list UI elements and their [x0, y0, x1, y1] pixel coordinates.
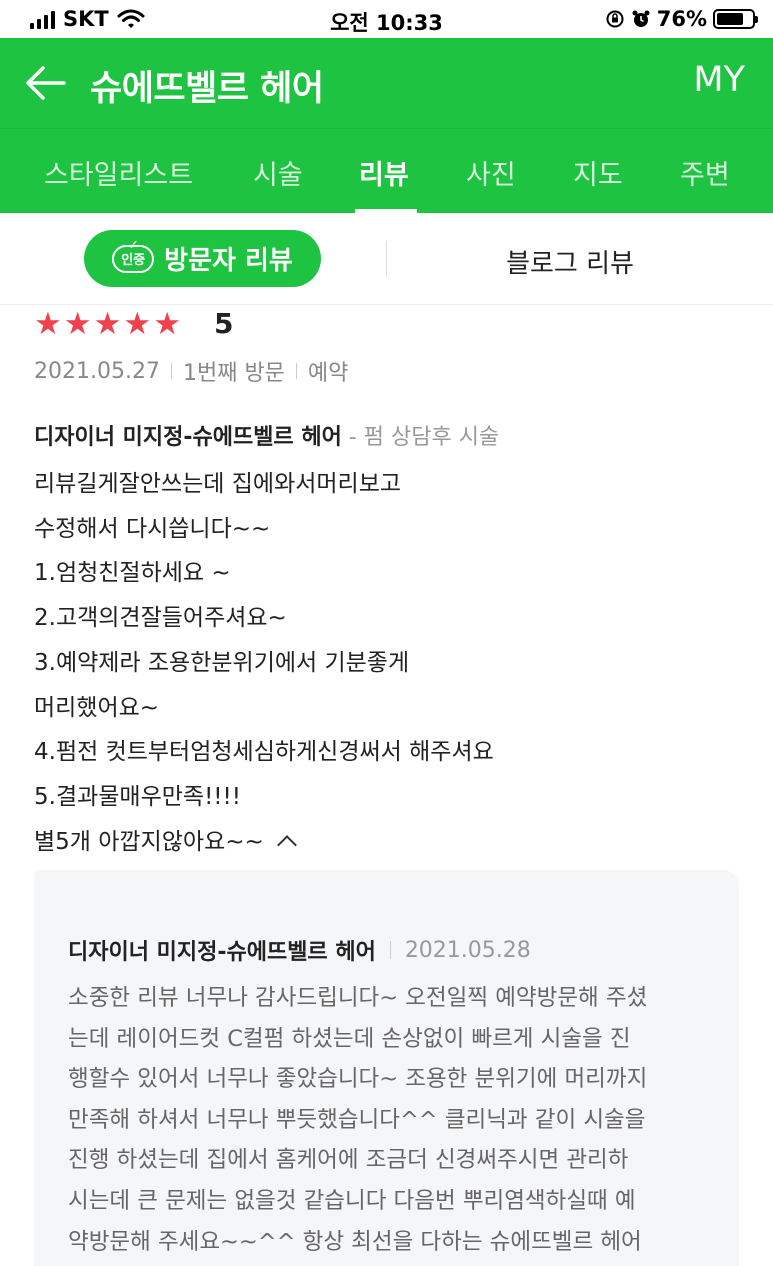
visit-count: 1번째 방문 — [182, 361, 285, 386]
battery-icon — [713, 9, 758, 29]
reply-line: 진행 하셨는데 집에서 홈케어에 조금더 신경써주시면 관리하 — [68, 1147, 629, 1174]
designer-name: 디자이너 미지정-슈에뜨벨르 헤어 — [34, 425, 342, 450]
reply-body: 소중한 리뷰 너무나 감사드립니다~ 오전일찍 예약방문해 주셨 는데 레이어드… — [68, 978, 728, 1262]
battery-level — [717, 13, 743, 25]
toggle-divider — [386, 241, 387, 277]
tab-stylist[interactable]: 스타일리스트 — [44, 153, 193, 192]
rotation-lock-icon — [606, 10, 624, 28]
star-rating: ★ ★ ★ ★ ★ — [34, 307, 181, 341]
tab-nearby[interactable]: 주변 — [680, 153, 730, 192]
my-button[interactable]: MY — [693, 60, 745, 100]
star-icon: ★ — [63, 306, 92, 342]
reply-line: 행할수 있어서 너무나 좋았습니다~ 조용한 분위기에 머리까지 — [68, 1066, 648, 1093]
tab-map[interactable]: 지도 — [573, 153, 623, 192]
review-line: 4.펌전 컷트부터엄청세심하게신경써서 해주셔요 — [34, 739, 494, 766]
status-bar: SKT 오전 10:33 76% — [0, 0, 773, 38]
review-type-toggle: ✓ 인증 방문자 리뷰 블로그 리뷰 — [0, 213, 773, 305]
star-icon: ★ — [123, 306, 152, 342]
reply-date: 2021.05.28 — [404, 937, 531, 963]
designer-line: 디자이너 미지정-슈에뜨벨르 헤어 - 펌 상담후 시술 — [34, 419, 499, 451]
reply-line: 약방문해 주세요~~^^ 항상 최선을 다하는 슈에뜨벨르 헤어 — [68, 1228, 642, 1255]
reply-line: 만족해 하셔서 너무나 뿌듯했습니다^^ 클리닉과 같이 시술을 — [68, 1106, 646, 1133]
reply-line: 소중한 리뷰 너무나 감사드립니다~ 오전일찍 예약방문해 주셨 — [68, 985, 648, 1011]
battery-percent: 76% — [656, 7, 707, 31]
owner-reply: 디자이너 미지정-슈에뜨벨르 헤어 2021.05.28 소중한 리뷰 너무나 … — [34, 870, 739, 1266]
reply-author: 디자이너 미지정-슈에뜨벨르 헤어 — [68, 940, 376, 965]
alarm-icon — [632, 10, 650, 27]
review-last-line: 별5개 아깝지않아요~~ — [34, 820, 754, 865]
visitor-review-label: 방문자 리뷰 — [164, 246, 293, 276]
status-right: 76% — [605, 7, 758, 31]
star-icon: ★ — [153, 306, 181, 342]
review-line: 머리했어요~ — [34, 694, 160, 721]
review-line: 1.엄청친절하세요 ~ — [34, 560, 231, 587]
reply-line: 시는데 큰 문제는 없을것 같습니다 다음번 뿌리염색하실때 예 — [68, 1187, 636, 1214]
rating-value: 5 — [214, 307, 234, 340]
page-title: 슈에뜨벨르 헤어 — [90, 69, 324, 109]
review-meta: 2021.05.27 1번째 방문 예약 — [34, 355, 348, 387]
meta-divider — [170, 363, 172, 379]
chevron-up-icon[interactable] — [276, 834, 297, 855]
review-line: 리뷰길게잘안쓰는데 집에와서머리보고 — [34, 471, 402, 497]
star-icon: ★ — [93, 306, 122, 342]
star-icon: ★ — [34, 306, 62, 342]
blog-review-button[interactable]: 블로그 리뷰 — [470, 243, 670, 280]
tab-bar: 스타일리스트 시술 리뷰 사진 지도 주변 — [0, 128, 773, 214]
arrow-left-icon[interactable] — [24, 64, 66, 102]
visitor-review-button[interactable]: ✓ 인증 방문자 리뷰 — [84, 230, 321, 287]
tab-photo[interactable]: 사진 — [466, 153, 516, 192]
review-line: 5.결과물매우만족!!!! — [34, 783, 241, 810]
designer-dash: - — [341, 425, 364, 450]
review-body: 리뷰길게잘안쓰는데 집에와서머리보고 수정해서 다시씁니다~~ 1.엄청친절하세… — [34, 462, 754, 864]
reply-header: 디자이너 미지정-슈에뜨벨르 헤어 2021.05.28 — [68, 934, 531, 966]
certified-badge-icon: ✓ 인증 — [112, 238, 155, 273]
review-line: 수정해서 다시씁니다~~ — [34, 515, 271, 542]
booking-type: 예약 — [307, 361, 349, 386]
reply-line: 는데 레이어드컷 C컬펌 하셨는데 손상없이 빠르게 시술을 진 — [68, 1025, 631, 1052]
check-icon: ✓ — [128, 237, 140, 253]
service-name: 펌 상담후 시술 — [363, 425, 500, 450]
meta-divider — [295, 363, 297, 379]
tab-review[interactable]: 리뷰 — [359, 153, 409, 192]
tab-service[interactable]: 시술 — [253, 153, 303, 192]
review-line: 3.예약제라 조용한분위기에서 기분좋게 — [34, 649, 410, 676]
review-line: 별5개 아깝지않아요~~ — [34, 828, 264, 855]
review-line: 2.고객의견잘들어주셔요~ — [34, 605, 287, 632]
app-header: 슈에뜨벨르 헤어 MY — [0, 38, 773, 128]
review-date: 2021.05.27 — [34, 358, 160, 384]
reply-divider — [389, 941, 391, 959]
